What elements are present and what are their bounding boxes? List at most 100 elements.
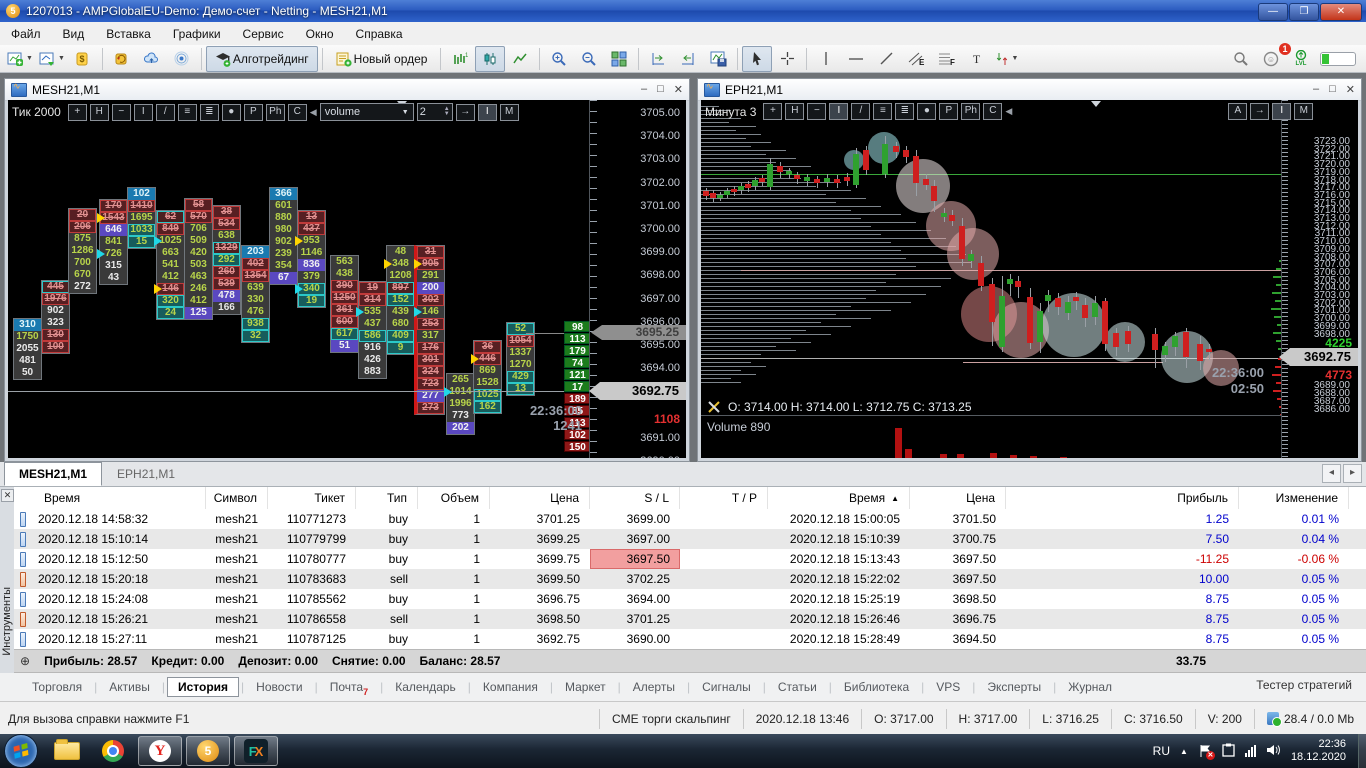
language-indicator[interactable]: RU [1153,744,1170,758]
chart-tool-button-−[interactable]: − [111,103,131,121]
chart-close-button[interactable]: ✕ [1346,83,1355,96]
chart-tool-button-→[interactable]: → [455,103,475,121]
chart-window-mesh21[interactable]: MESH21,M1 – □ ✕ Тик 2000+H−I/≡≣●PPhC◀vol… [4,78,690,462]
history-center-button[interactable] [107,46,137,72]
column-header-3[interactable]: Тикет [268,487,356,509]
notifications-button[interactable]: ☺ 1 [1256,42,1291,72]
tab-Журнал[interactable]: Журнал [1058,678,1122,696]
history-table-header[interactable]: Время Символ Тикет Тип Объем Цена S / LT / P Вр… [14,487,1366,510]
chart-maximize-button[interactable]: □ [1329,83,1336,96]
zoom-out-button[interactable] [574,46,604,72]
chart-tool-button-H[interactable]: H [89,103,109,121]
chart-tool-button-I[interactable]: I [1272,103,1292,120]
menu-item-Вид[interactable]: Вид [52,22,96,45]
chart-tool-button-M[interactable]: M [1294,103,1314,120]
clock[interactable]: 22:36 18.12.2020 [1291,738,1346,764]
trendline-button[interactable] [871,46,901,72]
volume-icon[interactable] [1266,743,1281,760]
toolbox-close-button[interactable]: ✕ [1,489,14,502]
column-header-8[interactable]: T / P [680,487,768,509]
price-scale[interactable]: 3723.00 3722.00 3721.00 3720.00 3719.00 3718.… [1279,100,1358,458]
table-row[interactable]: 2020.12.18 15:12:50 mesh21 110780777 buy 1 36… [14,549,1366,569]
tile-windows-button[interactable] [604,46,634,72]
vertical-line-button[interactable] [811,46,841,72]
line-chart-button[interactable] [505,46,535,72]
chart-window-titlebar[interactable]: EPH21,M1 – □ ✕ [698,79,1361,101]
tab-Календарь[interactable]: Календарь [385,678,466,696]
chart-tool-button-−[interactable]: − [807,103,827,120]
collapse-icon[interactable]: ◀ [1005,106,1012,117]
show-desktop-button[interactable] [1358,734,1366,768]
tab-Алерты[interactable]: Алерты [623,678,685,696]
column-header-5[interactable]: Объем [418,487,490,509]
chart-tool-button-I[interactable]: I [477,103,497,121]
clipboard-icon[interactable] [1222,743,1235,760]
table-row[interactable]: 2020.12.18 15:20:18 mesh21 110783683 sell 1 3… [14,569,1366,589]
fibonacci-button[interactable]: F [931,46,961,72]
profiles-button[interactable]: ▼ [36,46,68,72]
horizontal-line-button[interactable] [841,46,871,72]
symbols-button[interactable]: $ [68,46,98,72]
chart-tab-MESH21,M1[interactable]: MESH21,M1 [4,462,103,486]
chart-template-button[interactable] [703,46,733,72]
chart-tool-button-≡[interactable]: ≡ [177,103,197,121]
chart-tool-button-P[interactable]: P [939,103,959,120]
column-header-11[interactable]: Прибыль [1006,487,1239,509]
chart-maximize-button[interactable]: □ [657,83,664,96]
signals-radar-button[interactable] [167,46,197,72]
shift-end-button[interactable] [643,46,673,72]
menu-item-Справка[interactable]: Справка [345,22,414,45]
tab-История[interactable]: История [166,677,240,697]
equidistant-channel-button[interactable]: E [901,46,931,72]
objects-arrows-button[interactable]: ▼ [991,46,1021,72]
crosshair-button[interactable] [772,46,802,72]
cluster-scale-spinner[interactable]: 2 ▲ ▼ [416,103,453,121]
tab-Торговля[interactable]: Торговля [22,678,92,696]
taskbar-chrome[interactable] [92,737,134,765]
table-row[interactable]: 2020.12.18 15:26:21 mesh21 110786558 sell 1 3… [14,609,1366,629]
candle-chart-plot[interactable]: 22:36:00 02:50 [701,100,1284,416]
tab-scroll-left[interactable]: ◂ [1322,464,1341,483]
table-row[interactable]: 2020.12.18 14:58:32 mesh21 110771273 buy 1 37… [14,509,1366,529]
chart-tool-button-M[interactable]: M [499,103,519,121]
volume-mode-dropdown[interactable]: volume ▼ [319,103,414,121]
new-order-button[interactable]: Новый ордер [327,46,437,72]
chart-tool-button-/[interactable]: / [851,103,871,120]
start-button[interactable] [4,734,38,768]
minimize-button[interactable]: — [1258,3,1288,21]
column-header-9[interactable]: Время ▲ [768,487,910,509]
menu-item-Окно[interactable]: Окно [295,22,345,45]
column-header-6[interactable]: Цена [490,487,590,509]
algo-trading-toggle[interactable]: Алготрейдинг [205,45,318,72]
tab-Активы[interactable]: Активы [99,678,160,696]
taskbar-yandex[interactable]: Y [138,736,182,766]
chart-minimize-button[interactable]: – [1313,83,1319,96]
chart-tool-button-I[interactable]: I [133,103,153,121]
chart-tool-button-→[interactable]: → [1250,103,1270,120]
tab-Библиотека[interactable]: Библиотека [834,678,919,696]
column-header-7[interactable]: S / L [590,487,680,509]
bars-chart-button[interactable]: 1 [445,46,475,72]
cluster-chart-plot[interactable]: 310 1750 2055 481 50 445 1976 902 323 130 100 20 206… [8,100,592,458]
tab-Новости[interactable]: Новости [246,678,312,696]
table-row[interactable]: 2020.12.18 15:24:08 mesh21 110785562 buy 1 36… [14,589,1366,609]
tab-Компания[interactable]: Компания [473,678,548,696]
chart-tool-button-Ph[interactable]: Ph [265,103,285,121]
tab-strategy-tester[interactable]: Тестер стратегий [1256,678,1352,692]
chart-tool-button-Ph[interactable]: Ph [961,103,981,120]
tab-scroll-right[interactable]: ▸ [1343,464,1362,483]
tab-Статьи[interactable]: Статьи [768,678,827,696]
search-button[interactable] [1226,46,1256,72]
taskbar-metatrader[interactable]: 5 [186,736,230,766]
chart-tool-button-+[interactable]: + [763,103,783,120]
new-chart-button[interactable]: ▼ [4,46,36,72]
chart-close-button[interactable]: ✕ [674,83,683,96]
menu-item-Графики[interactable]: Графики [162,22,232,45]
auto-scroll-button[interactable] [673,46,703,72]
chart-minimize-button[interactable]: – [641,83,647,96]
taskbar-fx-app[interactable]: FX [234,736,278,766]
chart-tool-button-/[interactable]: / [155,103,175,121]
tab-VPS[interactable]: VPS [926,678,970,696]
column-header-12[interactable]: Изменение [1239,487,1349,509]
chart-window-eph21[interactable]: EPH21,M1 – □ ✕ Минута 3+H−I/≡≣●PPhC◀A→IM… [697,78,1362,462]
